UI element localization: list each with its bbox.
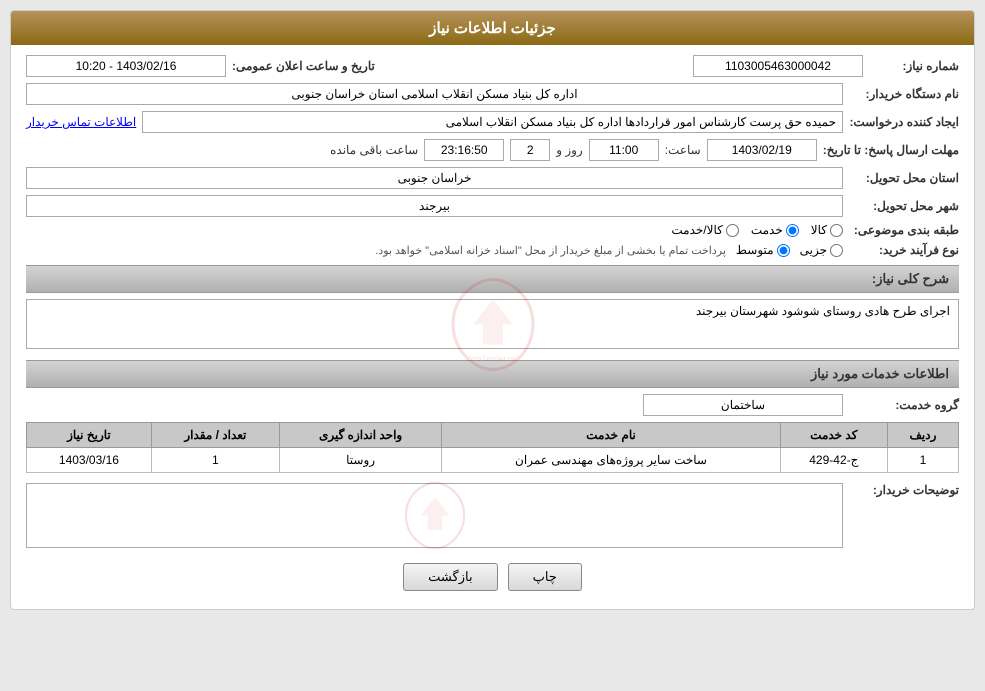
button-row: چاپ بازگشت [26,563,959,591]
service-group-label: گروه خدمت: [849,398,959,412]
category-radio-kala[interactable] [830,224,843,237]
process-option-jozei[interactable]: جزیی [800,243,843,257]
city-value: بیرجند [26,195,843,217]
table-cell-code: ج-42-429 [780,448,887,473]
need-number-group: شماره نیاز: 1103005463000042 [693,55,959,77]
category-radio-group: کالا خدمت کالا/خدمت [671,223,843,237]
description-section-label: شرح کلی نیاز: [26,265,959,293]
province-row: استان محل تحویل: خراسان جنوبی [26,167,959,189]
top-info-row: شماره نیاز: 1103005463000042 تاریخ و ساع… [26,55,959,77]
deadline-time-label: ساعت: [665,143,701,157]
deadline-date: 1403/02/19 [707,139,817,161]
description-label: شرح کلی نیاز: [872,271,949,286]
process-radio-motavasset[interactable] [777,244,790,257]
page-wrapper: جزئیات اطلاعات نیاز شماره نیاز: 11030054… [0,0,985,691]
process-label-jozei: جزیی [800,243,827,257]
table-cell-qty: 1 [151,448,279,473]
col-header-date: تاریخ نیاز [27,423,152,448]
buyer-desc-label: توضیحات خریدار: [849,483,959,497]
category-label-khedmat: خدمت [751,223,783,237]
process-label-motavasset: متوسط [736,243,774,257]
buyer-desc-textarea[interactable] [26,483,843,548]
category-option-kala[interactable]: کالا [811,223,843,237]
table-cell-name: ساخت سایر پروژه‌های مهندسی عمران [442,448,780,473]
need-number-label: شماره نیاز: [869,59,959,73]
province-value: خراسان جنوبی [26,167,843,189]
deadline-countdown-label: ساعت باقی مانده [330,143,418,157]
category-label-kala: کالا [811,223,827,237]
card-header: جزئیات اطلاعات نیاز [11,11,974,45]
buyer-desc-row: توضیحات خریدار: [26,483,959,551]
process-radio-jozei[interactable] [830,244,843,257]
col-header-unit: واحد اندازه گیری [279,423,441,448]
print-button[interactable]: چاپ [508,563,582,591]
service-group-value: ساختمان [643,394,843,416]
service-info-label: اطلاعات خدمات مورد نیاز [811,366,949,381]
table-row: 1ج-42-429ساخت سایر پروژه‌های مهندسی عمرا… [27,448,959,473]
province-label: استان محل تحویل: [849,171,959,185]
city-label: شهر محل تحویل: [849,199,959,213]
category-row: طبقه بندی موضوعی: کالا خدمت کالا/خدمت [26,223,959,237]
category-radio-khedmat[interactable] [786,224,799,237]
deadline-row: مهلت ارسال پاسخ: تا تاریخ: 1403/02/19 سا… [26,139,959,161]
category-option-khedmat[interactable]: خدمت [751,223,799,237]
main-card: جزئیات اطلاعات نیاز شماره نیاز: 11030054… [10,10,975,610]
buyer-org-row: نام دستگاه خریدار: اداره کل بنیاد مسکن ا… [26,83,959,105]
deadline-day-label: روز و [556,143,583,157]
deadline-time: 11:00 [589,139,659,161]
category-label: طبقه بندی موضوعی: [849,223,959,237]
col-header-code: کد خدمت [780,423,887,448]
services-table-header-row: ردیف کد خدمت نام خدمت واحد اندازه گیری ت… [27,423,959,448]
creator-value: حمیده حق پرست کارشناس امور قراردادها ادا… [142,111,843,133]
services-table: ردیف کد خدمت نام خدمت واحد اندازه گیری ت… [26,422,959,473]
creator-label: ایجاد کننده درخواست: [849,115,959,129]
service-group-row: گروه خدمت: ساختمان [26,394,959,416]
service-info-section-header: اطلاعات خدمات مورد نیاز [26,360,959,388]
process-note: پرداخت تمام یا بخشی از مبلغ خریدار از مح… [375,244,726,257]
process-row: نوع فرآیند خرید: جزیی متوسط پرداخت تمام … [26,243,959,257]
description-textarea[interactable]: اجرای طرح هادی روستای شوشود شهرستان بیرج… [26,299,959,349]
need-number-value: 1103005463000042 [693,55,863,77]
buyer-org-label: نام دستگاه خریدار: [849,87,959,101]
category-radio-kala-khedmat[interactable] [726,224,739,237]
deadline-label: مهلت ارسال پاسخ: تا تاریخ: [823,143,959,157]
description-area-wrapper: AhaTender.net اجرای طرح هادی روستای شوشو… [26,299,959,352]
contact-link[interactable]: اطلاعات تماس خریدار [26,115,136,129]
services-table-body: 1ج-42-429ساخت سایر پروژه‌های مهندسی عمرا… [27,448,959,473]
process-option-motavasset[interactable]: متوسط [736,243,790,257]
page-title: جزئیات اطلاعات نیاز [429,20,556,37]
buyer-desc-wrapper [26,483,843,551]
announce-date-value: 1403/02/16 - 10:20 [26,55,226,77]
table-cell-unit: روستا [279,448,441,473]
card-body: شماره نیاز: 1103005463000042 تاریخ و ساع… [11,45,974,609]
col-header-name: نام خدمت [442,423,780,448]
process-label: نوع فرآیند خرید: [849,243,959,257]
city-row: شهر محل تحویل: بیرجند [26,195,959,217]
col-header-row: ردیف [887,423,958,448]
back-button[interactable]: بازگشت [403,563,497,591]
category-option-kala-khedmat[interactable]: کالا/خدمت [671,223,738,237]
deadline-days: 2 [510,139,550,161]
deadline-countdown: 23:16:50 [424,139,504,161]
category-label-kala-khedmat: کالا/خدمت [671,223,722,237]
services-table-head: ردیف کد خدمت نام خدمت واحد اندازه گیری ت… [27,423,959,448]
creator-row: ایجاد کننده درخواست: حمیده حق پرست کارشن… [26,111,959,133]
col-header-qty: تعداد / مقدار [151,423,279,448]
table-cell-date: 1403/03/16 [27,448,152,473]
buyer-org-value: اداره کل بنیاد مسکن انقلاب اسلامی استان … [26,83,843,105]
table-cell-row: 1 [887,448,958,473]
announce-date-group: تاریخ و ساعت اعلان عمومی: 1403/02/16 - 1… [26,55,383,77]
announce-date-label: تاریخ و ساعت اعلان عمومی: [232,59,375,73]
